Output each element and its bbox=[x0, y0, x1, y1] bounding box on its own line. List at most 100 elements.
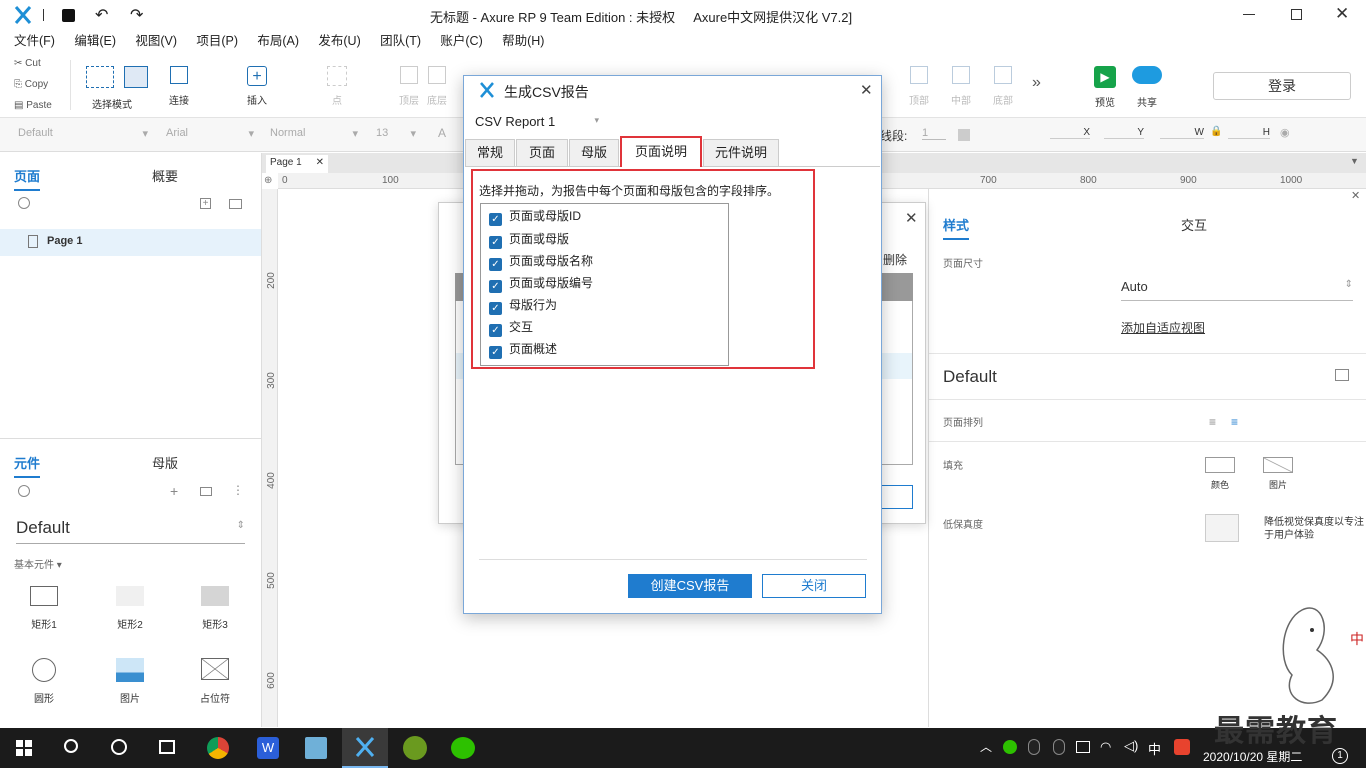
wifi-icon[interactable]: ◠ bbox=[1100, 739, 1111, 755]
more-chevron-icon[interactable]: » bbox=[1032, 74, 1041, 92]
add-adaptive-view-link[interactable]: 添加自适应视图 bbox=[1121, 319, 1205, 336]
insert-button[interactable]: + 插入 bbox=[232, 66, 282, 107]
tab-style[interactable]: 样式 bbox=[943, 215, 970, 240]
field-row[interactable]: ✓ 页面概述 bbox=[489, 340, 557, 360]
canvas-tab-page1[interactable]: Page 1 ✕ bbox=[266, 155, 328, 173]
field-row[interactable]: ✓ 母版行为 bbox=[489, 296, 557, 316]
clock-datetime[interactable]: 2020/10/20 星期二 bbox=[1203, 748, 1302, 765]
font-dropdown[interactable]: Arial ▾ bbox=[166, 127, 254, 140]
tab-general[interactable]: 常规 bbox=[465, 139, 515, 166]
background-dialog-close-icon[interactable]: ✕ bbox=[905, 209, 918, 227]
line-width-input[interactable]: 1 bbox=[922, 127, 946, 140]
field-row[interactable]: ✓ 页面或母版名称 bbox=[489, 252, 593, 272]
low-fidelity-toggle[interactable] bbox=[1205, 514, 1239, 542]
search-icon[interactable] bbox=[18, 197, 30, 209]
notepad-icon[interactable] bbox=[305, 737, 327, 759]
align-center-icon[interactable]: ≡ bbox=[1231, 415, 1238, 429]
menu-view[interactable]: 视图(V) bbox=[135, 34, 177, 48]
copy-button[interactable]: ⎘ Copy bbox=[14, 79, 48, 90]
login-button[interactable]: 登录 bbox=[1213, 72, 1351, 100]
widget-circle[interactable]: 圆形 bbox=[22, 658, 66, 705]
widget-rectangle1[interactable]: 矩形1 bbox=[22, 586, 66, 631]
close-button[interactable]: 关闭 bbox=[762, 574, 866, 598]
ime-indicator[interactable]: 中 bbox=[1148, 739, 1161, 758]
menu-account[interactable]: 账户(C) bbox=[440, 34, 482, 48]
close-panel-icon[interactable]: ✕ bbox=[1351, 189, 1360, 202]
h-field[interactable]: H bbox=[1228, 127, 1270, 139]
tray-qq2-icon[interactable] bbox=[1053, 739, 1065, 755]
wps-icon[interactable]: W bbox=[257, 737, 279, 759]
axure-taskbar-icon[interactable] bbox=[342, 728, 388, 768]
notification-icon[interactable]: 1 bbox=[1332, 748, 1348, 764]
tab-pages[interactable]: 页面 bbox=[14, 166, 41, 191]
menu-edit[interactable]: 编辑(E) bbox=[74, 34, 116, 48]
dialog-close-icon[interactable]: ✕ bbox=[860, 81, 873, 99]
field-row[interactable]: ✓ 页面或母版编号 bbox=[489, 274, 593, 294]
cortana-icon[interactable] bbox=[111, 739, 127, 755]
more-options-icon[interactable]: ⋮ bbox=[232, 483, 244, 497]
library-dropdown[interactable]: Default ⇕ bbox=[16, 518, 245, 544]
widget-image[interactable]: 图片 bbox=[108, 658, 152, 705]
tray-wechat-icon[interactable] bbox=[1003, 740, 1017, 754]
tab-masters[interactable]: 母版 bbox=[569, 139, 619, 166]
add-library-icon[interactable]: + bbox=[170, 483, 178, 499]
field-row[interactable]: ✓ 交互 bbox=[489, 318, 533, 338]
menu-publish[interactable]: 发布(U) bbox=[318, 34, 360, 48]
style-dropdown[interactable]: Default ▾ bbox=[18, 127, 148, 140]
menu-file[interactable]: 文件(F) bbox=[14, 34, 55, 48]
volume-icon[interactable]: ◁) bbox=[1124, 738, 1138, 754]
tab-scroll-chevron-icon[interactable]: ▼ bbox=[1350, 156, 1359, 166]
tray-device-icon[interactable] bbox=[1076, 741, 1090, 753]
x-field[interactable]: X bbox=[1050, 127, 1090, 139]
menu-layout[interactable]: 布局(A) bbox=[257, 34, 299, 48]
widget-category[interactable]: 基本元件 ▾ bbox=[14, 556, 62, 571]
field-row[interactable]: ✓ 页面或母版ID bbox=[489, 207, 581, 227]
undo-icon[interactable]: ↶ bbox=[95, 5, 108, 25]
share-button[interactable]: 共享 bbox=[1122, 66, 1172, 109]
align-bottom-button[interactable]: 底部 bbox=[978, 66, 1028, 107]
widget-placeholder[interactable]: 占位符 bbox=[193, 658, 237, 705]
redo-icon[interactable]: ↷ bbox=[130, 5, 143, 25]
page-list-item[interactable]: Page 1 bbox=[0, 229, 261, 256]
tab-masters[interactable]: 母版 bbox=[152, 453, 178, 472]
tray-qq-icon[interactable] bbox=[1028, 739, 1040, 755]
close-tab-icon[interactable]: ✕ bbox=[316, 155, 324, 171]
add-page-icon[interactable]: + bbox=[200, 198, 211, 209]
library-menu-icon[interactable] bbox=[200, 487, 212, 496]
text-color-icon[interactable]: A bbox=[438, 126, 446, 140]
point-button[interactable]: 点 bbox=[312, 66, 362, 107]
widget-rectangle2[interactable]: 矩形2 bbox=[108, 586, 152, 631]
tab-widget-notes[interactable]: 元件说明 bbox=[703, 139, 779, 166]
line-color-icon[interactable] bbox=[958, 129, 970, 141]
search-icon[interactable] bbox=[64, 739, 78, 753]
font-weight-dropdown[interactable]: Normal ▾ bbox=[270, 127, 358, 140]
tab-pages[interactable]: 页面 bbox=[516, 139, 568, 166]
font-size-dropdown[interactable]: 13 ▾ bbox=[376, 127, 416, 140]
lock-icon[interactable]: 🔒 bbox=[1210, 126, 1222, 137]
tab-interactions[interactable]: 交互 bbox=[1181, 215, 1207, 234]
fill-image-swatch[interactable] bbox=[1263, 457, 1293, 473]
widget-rectangle3[interactable]: 矩形3 bbox=[193, 586, 237, 631]
minimize-button[interactable] bbox=[1243, 14, 1255, 15]
cut-button[interactable]: ✂ Cut bbox=[14, 58, 41, 69]
add-folder-icon[interactable] bbox=[229, 199, 242, 209]
app-icon-green[interactable] bbox=[403, 736, 427, 760]
menu-team[interactable]: 团队(T) bbox=[380, 34, 421, 48]
save-icon[interactable] bbox=[62, 9, 75, 22]
send-bottom-button[interactable]: 底层 bbox=[412, 66, 462, 107]
field-row[interactable]: ✓ 页面或母版 bbox=[489, 230, 569, 250]
background-delete-link[interactable]: 删除 bbox=[883, 251, 907, 268]
edit-style-icon[interactable] bbox=[1335, 369, 1349, 381]
paste-button[interactable]: ▤ Paste bbox=[14, 100, 52, 111]
tab-widgets[interactable]: 元件 bbox=[14, 453, 41, 478]
close-window-button[interactable]: ✕ bbox=[1335, 4, 1349, 24]
tab-page-notes[interactable]: 页面说明 bbox=[620, 136, 702, 167]
align-left-icon[interactable]: ≡ bbox=[1209, 415, 1216, 429]
report-select-dropdown[interactable]: CSV Report 1 ▾ bbox=[475, 114, 599, 134]
visibility-eye-icon[interactable]: ◉ bbox=[1280, 126, 1290, 139]
create-csv-button[interactable]: 创建CSV报告 bbox=[628, 574, 752, 598]
wechat-icon[interactable] bbox=[451, 737, 475, 759]
w-field[interactable]: W bbox=[1160, 127, 1204, 139]
connect-button[interactable]: 连接 bbox=[154, 66, 204, 107]
tray-chevron-icon[interactable]: ︿ bbox=[980, 738, 992, 755]
